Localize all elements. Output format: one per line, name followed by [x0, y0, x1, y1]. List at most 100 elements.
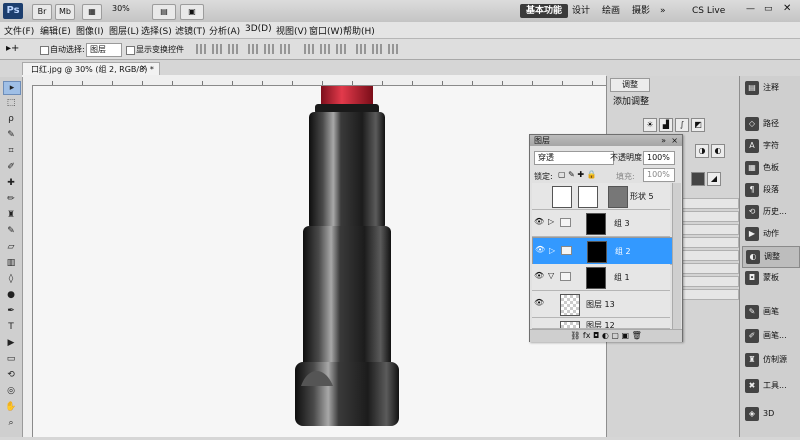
levels-icon[interactable]: ▟ — [659, 118, 673, 132]
menu-window[interactable]: 窗口(W) — [309, 24, 343, 37]
crop-tool-icon[interactable]: ⌗ — [3, 145, 19, 157]
distribute-vcenter-icon[interactable] — [320, 44, 330, 54]
layer-row[interactable]: 👁 ▷ 组 3 — [532, 210, 670, 237]
align-bottom-icon[interactable] — [228, 44, 238, 54]
dock-item-adjustments[interactable]: ◐ 调整 — [742, 246, 800, 268]
path-select-tool-icon[interactable]: ▶ — [3, 337, 19, 349]
type-tool-icon[interactable]: T — [3, 321, 19, 333]
horizontal-ruler[interactable] — [22, 75, 606, 86]
blur-tool-icon[interactable]: ◊ — [3, 273, 19, 285]
layer-name[interactable]: 组 3 — [614, 218, 630, 229]
layer-name[interactable]: 形状 5 — [630, 191, 654, 202]
align-top-icon[interactable] — [196, 44, 206, 54]
move-tool-preset-icon[interactable]: ▸+ — [6, 43, 19, 54]
align-hcenter-icon[interactable] — [264, 44, 274, 54]
blend-mode-dropdown[interactable]: 穿透 — [534, 151, 614, 165]
invert-icon[interactable] — [691, 172, 705, 186]
hand-tool-icon[interactable]: ✋ — [3, 401, 19, 413]
layer-name[interactable]: 图层 13 — [586, 299, 615, 310]
brush-tool-icon[interactable]: ✏ — [3, 193, 19, 205]
distribute-left-icon[interactable] — [356, 44, 366, 54]
dock-item-paths[interactable]: ◇ 路径 — [742, 114, 798, 134]
layer-name[interactable]: 图层 12 — [586, 320, 615, 328]
menu-edit[interactable]: 编辑(E) — [40, 24, 71, 37]
fill-input[interactable]: 100% — [643, 168, 675, 182]
curves-icon[interactable]: ∫ — [675, 118, 689, 132]
distribute-bottom-icon[interactable] — [336, 44, 346, 54]
workspace-essentials[interactable]: 基本功能 — [520, 4, 569, 18]
document-canvas[interactable] — [33, 86, 606, 437]
visibility-eye-icon[interactable]: 👁 — [535, 246, 545, 254]
visibility-eye-icon[interactable]: 👁 — [534, 299, 544, 307]
menu-filter[interactable]: 滤镜(T) — [175, 24, 206, 37]
collapse-triangle-icon[interactable]: ▽ — [548, 271, 554, 280]
dock-item-swatches[interactable]: ▦ 色板 — [742, 158, 798, 178]
distribute-hcenter-icon[interactable] — [372, 44, 382, 54]
dodge-tool-icon[interactable]: ● — [3, 289, 19, 301]
brightness-icon[interactable]: ☀ — [643, 118, 657, 132]
restore-button[interactable]: ▭ — [764, 4, 773, 14]
menu-view[interactable]: 视图(V) — [276, 24, 307, 37]
zoom-tool-icon[interactable]: ⌕ — [3, 417, 19, 429]
shape-tool-icon[interactable]: ▭ — [3, 353, 19, 365]
layers-panel-header[interactable]: 图层 » × — [530, 135, 682, 146]
cs-live-button[interactable]: CS Live — [686, 4, 731, 18]
pen-tool-icon[interactable]: ✒ — [3, 305, 19, 317]
screen-mode-button[interactable]: ▣ — [180, 4, 204, 20]
layer-name[interactable]: 组 1 — [614, 272, 630, 283]
auto-select-checkbox[interactable] — [40, 46, 49, 55]
lasso-tool-icon[interactable]: ρ — [3, 113, 19, 125]
menu-analysis[interactable]: 分析(A) — [209, 24, 240, 37]
dock-item-notes[interactable]: ▤ 注释 — [742, 78, 798, 98]
dock-item-history[interactable]: ⟲ 历史... — [742, 202, 798, 222]
dock-item-character[interactable]: A 字符 — [742, 136, 798, 156]
workspace-painting[interactable]: 绘画 — [596, 4, 626, 18]
dock-item-masks[interactable]: ◘ 蒙板 — [742, 268, 798, 288]
menu-file[interactable]: 文件(F) — [4, 24, 34, 37]
workspace-photography[interactable]: 摄影 — [626, 4, 656, 18]
arrange-documents-button[interactable]: ▤ — [152, 4, 176, 20]
opacity-input[interactable]: 100% — [643, 151, 675, 165]
marquee-tool-icon[interactable]: ⬚ — [3, 97, 19, 109]
close-document-icon[interactable]: × — [140, 63, 147, 72]
quick-select-tool-icon[interactable]: ✎ — [3, 129, 19, 141]
visibility-eye-icon[interactable]: 👁 — [534, 272, 544, 280]
eraser-tool-icon[interactable]: ▱ — [3, 241, 19, 253]
3d-rotate-tool-icon[interactable]: ⟲ — [3, 369, 19, 381]
layer-name[interactable]: 组 2 — [615, 246, 631, 258]
photo-filter-icon[interactable]: ◐ — [711, 144, 725, 158]
menu-help[interactable]: 帮助(H) — [343, 24, 375, 37]
expand-triangle-icon[interactable]: ▷ — [548, 217, 554, 226]
layers-footer-toolbar[interactable]: ⛓ fx ◘ ◐ ▢ ▣ 🗑 — [530, 329, 682, 342]
layer-row[interactable]: 👁 ▽ 组 1 — [532, 264, 670, 291]
expand-triangle-icon[interactable]: ▷ — [549, 245, 555, 257]
healing-tool-icon[interactable]: ✚ — [3, 177, 19, 189]
dock-item-brush-presets[interactable]: ✐ 画笔... — [742, 326, 798, 346]
history-brush-tool-icon[interactable]: ✎ — [3, 225, 19, 237]
dock-item-clone-source[interactable]: ♜ 仿制源 — [742, 350, 798, 370]
workspace-design[interactable]: 设计 — [566, 4, 596, 18]
workspace-more[interactable]: » — [654, 4, 672, 18]
layer-row[interactable]: 形状 5 — [532, 183, 670, 210]
layers-scrollbar[interactable] — [672, 183, 681, 329]
align-left-icon[interactable] — [248, 44, 258, 54]
gradient-tool-icon[interactable]: ▥ — [3, 257, 19, 269]
eyedropper-tool-icon[interactable]: ✐ — [3, 161, 19, 173]
align-vcenter-icon[interactable] — [212, 44, 222, 54]
exposure-icon[interactable]: ◩ — [691, 118, 705, 132]
close-button[interactable]: ✕ — [783, 3, 791, 14]
move-tool-icon[interactable]: ▸ — [3, 81, 21, 95]
zoom-level[interactable]: 30% — [112, 4, 130, 13]
threshold-icon[interactable]: ◢ — [707, 172, 721, 186]
3d-orbit-tool-icon[interactable]: ◎ — [3, 385, 19, 397]
menu-select[interactable]: 选择(S) — [141, 24, 172, 37]
distribute-top-icon[interactable] — [304, 44, 314, 54]
menu-layer[interactable]: 图层(L) — [109, 24, 139, 37]
align-right-icon[interactable] — [280, 44, 290, 54]
dock-item-actions[interactable]: ▶ 动作 — [742, 224, 798, 244]
menu-image[interactable]: 图像(I) — [76, 24, 104, 37]
layer-row-selected[interactable]: 👁 ▷ 组 2 — [532, 237, 678, 265]
clone-stamp-tool-icon[interactable]: ♜ — [3, 209, 19, 221]
minimize-button[interactable]: — — [746, 4, 755, 14]
show-transform-checkbox[interactable] — [126, 46, 135, 55]
